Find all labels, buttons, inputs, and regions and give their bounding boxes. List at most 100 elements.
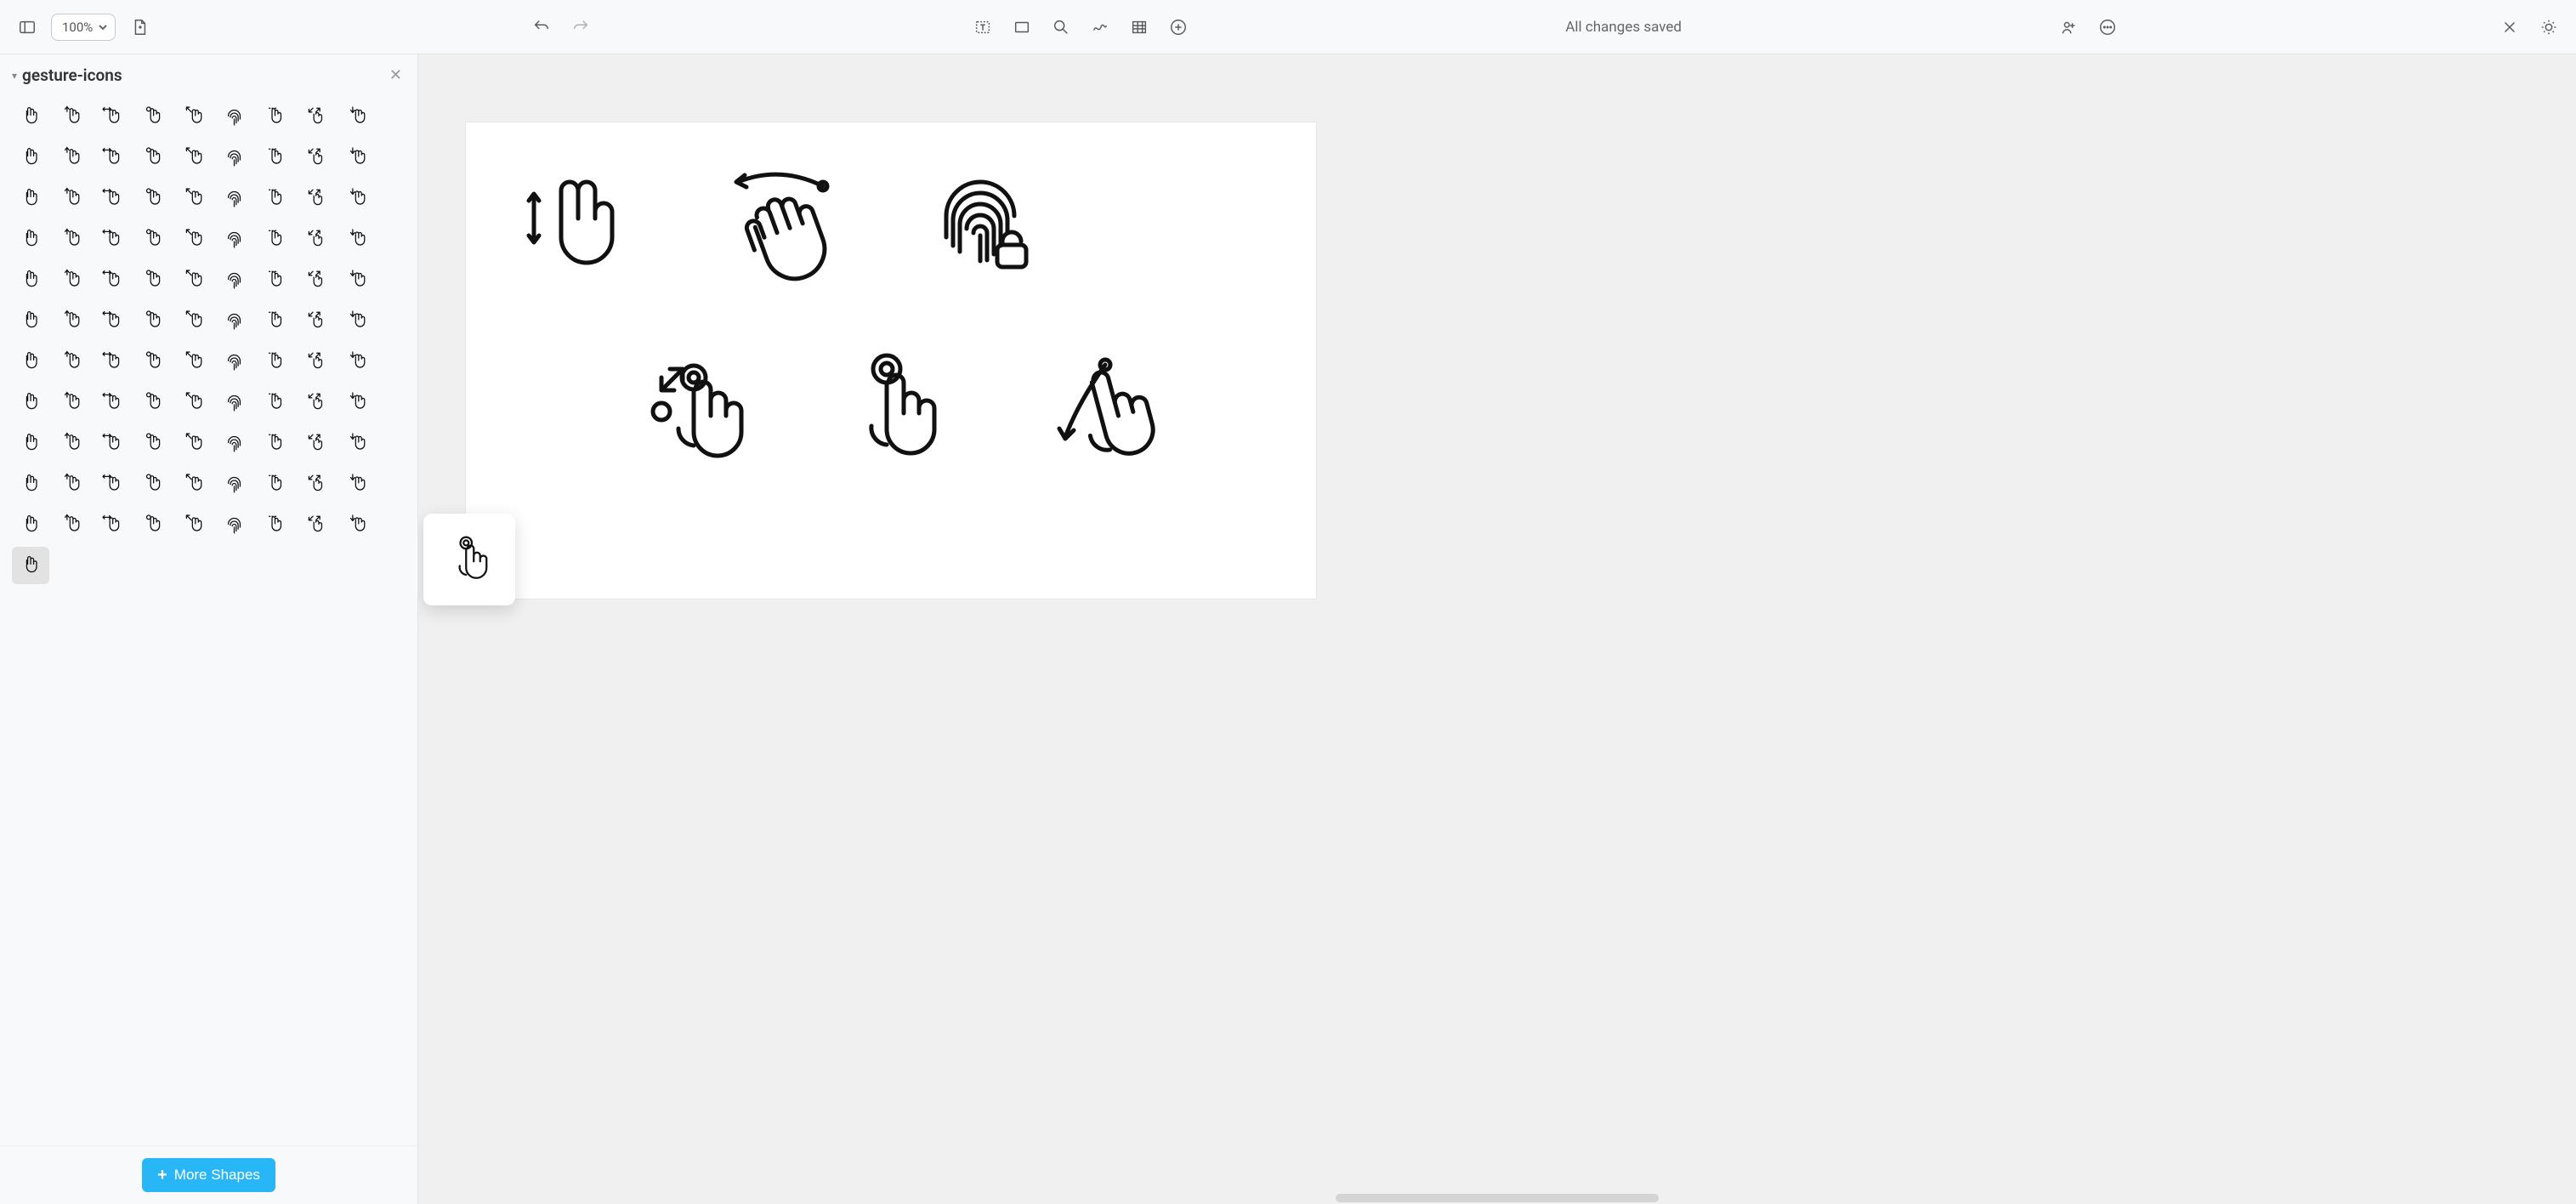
gesture-shape-item[interactable]	[257, 220, 294, 258]
gesture-shape-item[interactable]	[175, 506, 213, 543]
gesture-shape-item[interactable]	[216, 424, 253, 462]
new-page-icon[interactable]	[124, 12, 155, 43]
gesture-shape-item[interactable]	[298, 343, 335, 380]
panel-header[interactable]: ▾ gesture-icons ✕	[0, 54, 417, 96]
gesture-shape-item[interactable]	[216, 465, 253, 503]
gesture-shape-item[interactable]	[338, 179, 376, 217]
gesture-shape-item[interactable]	[298, 139, 335, 176]
more-menu-icon[interactable]	[2092, 12, 2123, 43]
gesture-shape-item[interactable]	[338, 139, 376, 176]
gesture-shape-item[interactable]	[134, 220, 172, 258]
gesture-shape-item[interactable]	[298, 465, 335, 503]
redo-icon[interactable]	[565, 12, 596, 43]
gesture-shape-item[interactable]	[12, 179, 49, 217]
gesture-shape-item[interactable]	[257, 261, 294, 298]
gesture-shape-item[interactable]	[216, 139, 253, 176]
gesture-shape-item[interactable]	[134, 506, 172, 543]
gesture-shape-item[interactable]	[298, 98, 335, 135]
gesture-shape-item[interactable]	[94, 343, 131, 380]
theme-toggle-icon[interactable]	[2533, 12, 2564, 43]
gesture-shape-item[interactable]	[257, 179, 294, 217]
gesture-shape-item[interactable]	[298, 220, 335, 258]
design-tools-icon[interactable]	[2494, 12, 2525, 43]
gesture-shape-item[interactable]	[94, 179, 131, 217]
gesture-shape-item[interactable]	[12, 343, 49, 380]
gesture-shape-item[interactable]	[175, 179, 213, 217]
gesture-shape-item[interactable]	[175, 261, 213, 298]
gesture-shape-item[interactable]	[53, 302, 90, 339]
gesture-shape-item[interactable]	[338, 506, 376, 543]
gesture-shape-item[interactable]	[134, 98, 172, 135]
gesture-shape-item[interactable]	[94, 261, 131, 298]
gesture-shape-item[interactable]	[53, 98, 90, 135]
gesture-shape-item[interactable]	[53, 139, 90, 176]
gesture-shape-item[interactable]	[175, 465, 213, 503]
gesture-shape-item[interactable]	[12, 383, 49, 421]
gesture-shape-item[interactable]	[216, 261, 253, 298]
gesture-shape-item[interactable]	[257, 383, 294, 421]
gesture-shape-item[interactable]	[94, 302, 131, 339]
gesture-shape-item[interactable]	[338, 343, 376, 380]
gesture-shape-item[interactable]	[12, 424, 49, 462]
gesture-shape-item[interactable]	[94, 465, 131, 503]
gesture-shape-item[interactable]	[257, 465, 294, 503]
gesture-shape-item[interactable]	[94, 98, 131, 135]
close-panel-icon[interactable]: ✕	[386, 63, 406, 88]
gesture-shape-item[interactable]	[53, 220, 90, 258]
gesture-shape-item[interactable]	[175, 220, 213, 258]
gesture-shape-item[interactable]	[53, 179, 90, 217]
gesture-shape-item[interactable]	[134, 139, 172, 176]
gesture-shape-item[interactable]	[175, 139, 213, 176]
gesture-shape-item[interactable]	[175, 383, 213, 421]
gesture-shape-item[interactable]	[53, 343, 90, 380]
gesture-shape-item[interactable]	[257, 302, 294, 339]
gesture-shape-item[interactable]	[12, 220, 49, 258]
gesture-shape-item[interactable]	[257, 98, 294, 135]
canvas-shape-pinch-zoom[interactable]	[636, 344, 763, 483]
canvas-shape-swipe-left[interactable]	[721, 156, 857, 296]
gesture-shape-item[interactable]	[134, 424, 172, 462]
gesture-shape-item[interactable]	[298, 261, 335, 298]
more-shapes-button[interactable]: + More Shapes	[142, 1158, 275, 1192]
canvas-shape-two-finger-scroll[interactable]	[517, 165, 627, 296]
freehand-tool-icon[interactable]	[1085, 12, 1115, 43]
gesture-shape-item[interactable]	[94, 220, 131, 258]
gesture-shape-item[interactable]	[216, 220, 253, 258]
gesture-shape-item[interactable]	[298, 179, 335, 217]
gesture-shape-item[interactable]	[12, 547, 49, 584]
gesture-shape-item[interactable]	[338, 302, 376, 339]
text-tool-icon[interactable]	[967, 12, 998, 43]
gesture-shape-item[interactable]	[53, 465, 90, 503]
gesture-shape-item[interactable]	[338, 465, 376, 503]
gesture-shape-item[interactable]	[134, 343, 172, 380]
panels-toggle-icon[interactable]	[12, 12, 43, 43]
canvas-area[interactable]	[418, 54, 2576, 1204]
gesture-shape-item[interactable]	[298, 424, 335, 462]
gesture-shape-item[interactable]	[12, 506, 49, 543]
gesture-shape-item[interactable]	[216, 179, 253, 217]
gesture-shape-item[interactable]	[257, 139, 294, 176]
gesture-shape-item[interactable]	[338, 220, 376, 258]
gesture-shape-item[interactable]	[134, 465, 172, 503]
zoom-dropdown[interactable]: 100%	[51, 14, 116, 41]
collapse-caret-icon[interactable]: ▾	[12, 70, 17, 82]
gesture-shape-item[interactable]	[175, 343, 213, 380]
gesture-shape-item[interactable]	[94, 383, 131, 421]
shape-tool-icon[interactable]	[1046, 12, 1076, 43]
gesture-shape-item[interactable]	[12, 139, 49, 176]
undo-icon[interactable]	[526, 12, 557, 43]
gesture-shape-item[interactable]	[94, 424, 131, 462]
share-icon[interactable]	[2053, 12, 2084, 43]
canvas-horizontal-scrollbar[interactable]	[1336, 1194, 1659, 1202]
gesture-shape-item[interactable]	[12, 98, 49, 135]
gesture-shape-item[interactable]	[216, 383, 253, 421]
gesture-shape-item[interactable]	[134, 383, 172, 421]
gesture-shape-item[interactable]	[12, 302, 49, 339]
gesture-shape-item[interactable]	[94, 139, 131, 176]
gesture-shape-item[interactable]	[257, 343, 294, 380]
gesture-shape-item[interactable]	[257, 424, 294, 462]
canvas-shape-single-tap[interactable]	[840, 344, 950, 483]
gesture-shape-item[interactable]	[257, 506, 294, 543]
gesture-shape-item[interactable]	[53, 506, 90, 543]
gesture-shape-item[interactable]	[53, 261, 90, 298]
